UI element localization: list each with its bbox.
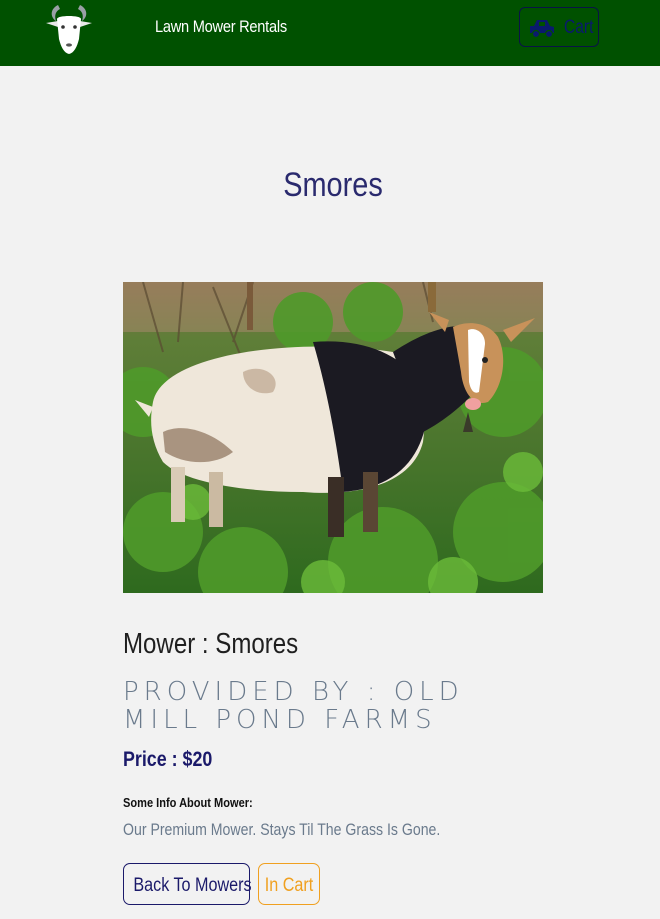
navbar: Lawn Mower Rentals Cart: [0, 0, 660, 66]
in-cart-label: In Cart: [264, 875, 314, 896]
back-to-mowers-label: Back To Mowers: [133, 875, 252, 896]
mower-name: Mower : Smores: [123, 628, 299, 660]
brand-title[interactable]: Lawn Mower Rentals: [155, 17, 287, 37]
goat-photo: [123, 282, 543, 593]
provider-line: Provided By : Old Mill Pond Farms: [123, 677, 464, 735]
page-title: Smores: [283, 166, 383, 204]
cart-label: Cart: [564, 17, 594, 38]
back-to-mowers-button[interactable]: Back To Mowers: [123, 863, 252, 905]
cart-button[interactable]: Cart: [519, 7, 599, 47]
info-heading: Some Info About Mower:: [123, 795, 253, 810]
goat-head-icon[interactable]: [44, 3, 94, 55]
goat-illustration: [123, 282, 543, 593]
truck-icon: [530, 20, 554, 38]
info-text: Our Premium Mower. Stays Til The Grass I…: [123, 820, 441, 839]
in-cart-button[interactable]: In Cart: [258, 863, 320, 905]
price-line: Price : $20: [123, 748, 213, 771]
